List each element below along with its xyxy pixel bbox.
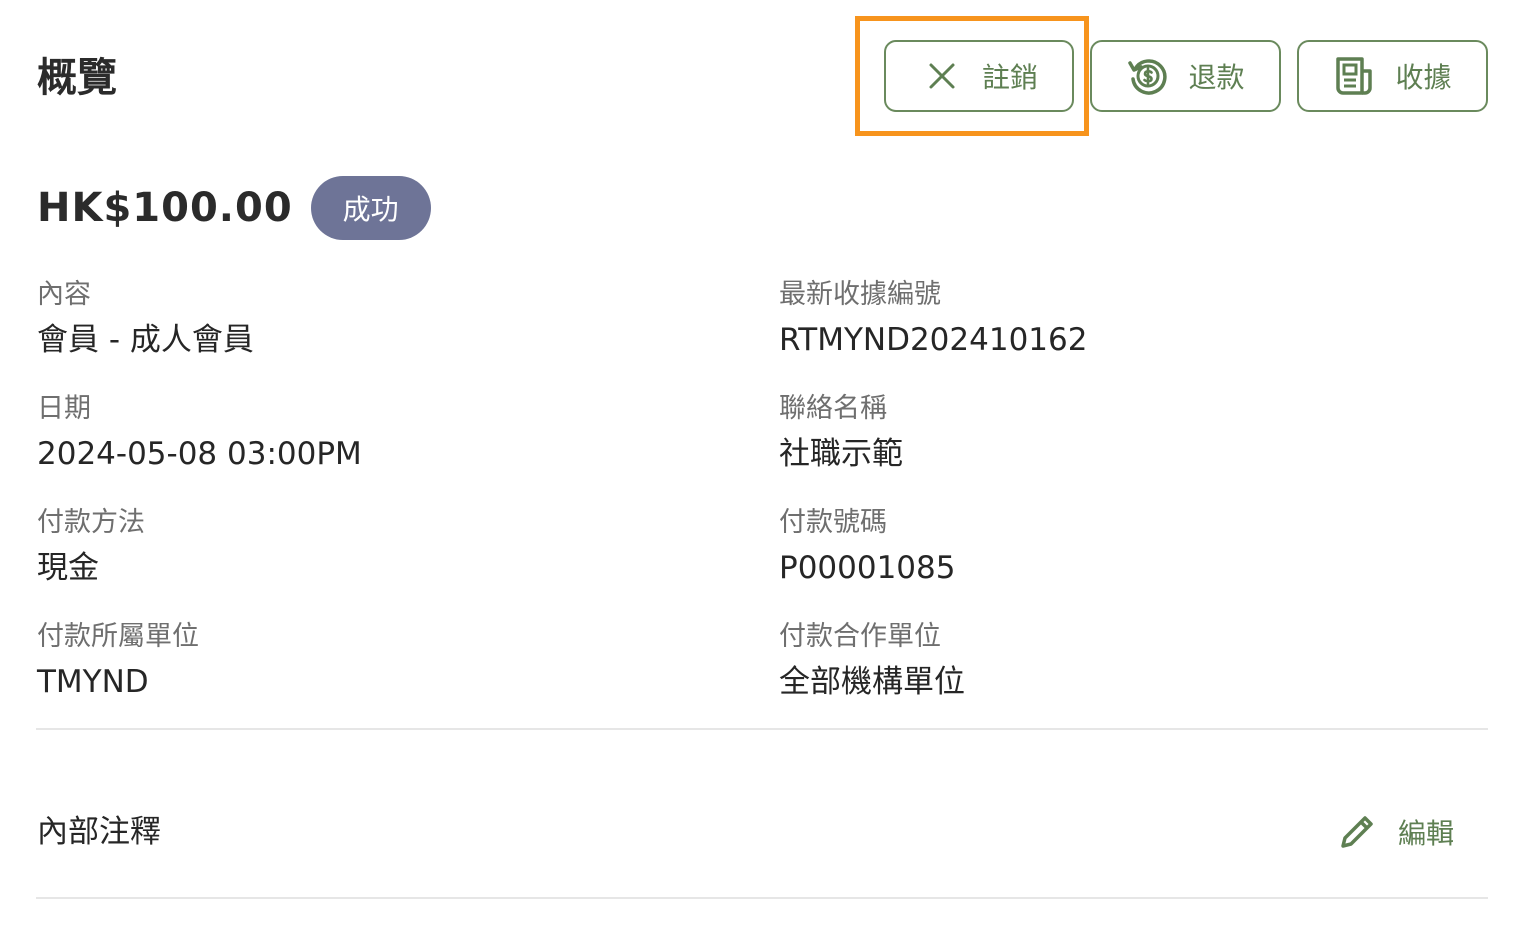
content-value: 會員 - 成人會員 xyxy=(37,322,254,358)
edit-notes-button[interactable]: 編輯 xyxy=(1336,806,1454,858)
cancel-button[interactable]: 註銷 xyxy=(884,40,1074,112)
internal-notes-title: 內部注釋 xyxy=(37,814,161,850)
payment-unit-label: 付款所屬單位 xyxy=(37,621,199,652)
refund-button[interactable]: 退款 xyxy=(1090,40,1281,112)
edit-notes-label: 編輯 xyxy=(1398,817,1455,850)
payment-number-value: P00001085 xyxy=(779,550,956,586)
receipt-icon xyxy=(1333,54,1377,98)
receipt-button-label: 收據 xyxy=(1395,61,1452,94)
status-badge: 成功 xyxy=(310,176,431,240)
refund-button-label: 退款 xyxy=(1188,61,1245,94)
contact-name-label: 聯絡名稱 xyxy=(779,393,887,424)
notes-divider xyxy=(36,897,1488,899)
payment-method-label: 付款方法 xyxy=(37,507,145,538)
payment-number-label: 付款號碼 xyxy=(779,507,887,538)
pencil-icon xyxy=(1336,811,1378,853)
page-title: 概覽 xyxy=(37,55,117,101)
partner-unit-value: 全部機構單位 xyxy=(779,664,965,700)
partner-unit-label: 付款合作單位 xyxy=(779,621,941,652)
content-label: 內容 xyxy=(37,279,91,310)
details-divider xyxy=(36,728,1488,730)
payment-amount: HK$100.00 xyxy=(37,185,293,231)
date-label: 日期 xyxy=(37,393,91,424)
close-icon xyxy=(920,54,964,98)
payment-method-value: 現金 xyxy=(37,550,99,586)
cancel-button-label: 註銷 xyxy=(981,61,1038,94)
contact-name-value: 社職示範 xyxy=(779,436,903,472)
payment-unit-value: TMYND xyxy=(37,664,149,700)
date-value: 2024-05-08 03:00PM xyxy=(37,436,362,472)
receipt-button[interactable]: 收據 xyxy=(1297,40,1488,112)
refund-dollar-icon xyxy=(1126,54,1170,98)
receipt-number-value: RTMYND202410162 xyxy=(779,322,1088,358)
receipt-number-label: 最新收據編號 xyxy=(779,279,941,310)
amount-row: HK$100.00 成功 xyxy=(37,176,431,240)
